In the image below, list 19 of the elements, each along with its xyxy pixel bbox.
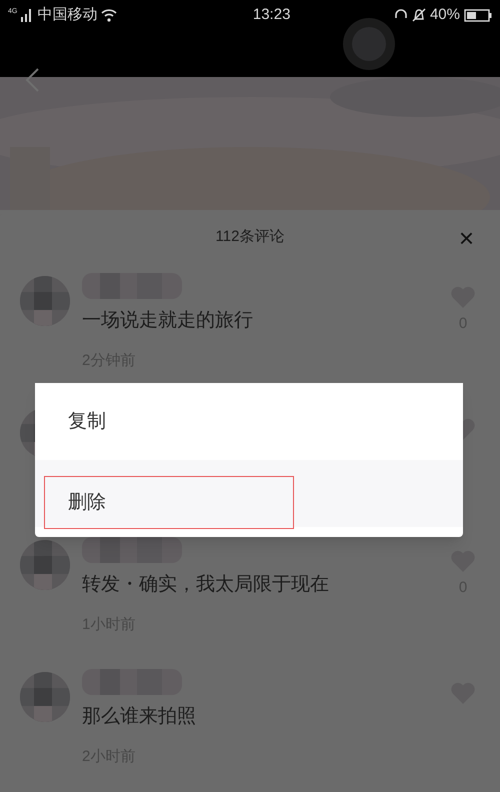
battery-percent: 40% [430, 4, 460, 25]
battery-icon [464, 8, 492, 22]
muted-bell-icon [412, 8, 426, 22]
avatar [20, 672, 70, 722]
comments-title: 112条评论 [216, 227, 284, 248]
close-button[interactable]: × [458, 224, 474, 250]
back-icon[interactable] [24, 67, 40, 93]
comment-text: 那么谁来拍照 [82, 705, 197, 729]
clock-time: 13:23 [252, 4, 290, 25]
avatar [20, 540, 70, 590]
comment-text: 一场说走就走的旅行 [82, 309, 254, 333]
signal-icon [21, 8, 34, 22]
menu-item[interactable]: 复制 [35, 383, 463, 460]
menu-item[interactable]: 删除 [35, 460, 463, 527]
wifi-icon [101, 8, 118, 22]
floating-button-icon[interactable] [342, 17, 396, 71]
comment-text: 转发・确实，我太局限于现在 [82, 573, 330, 597]
carrier-name: 中国移动 [37, 4, 98, 25]
avatar [20, 276, 70, 326]
